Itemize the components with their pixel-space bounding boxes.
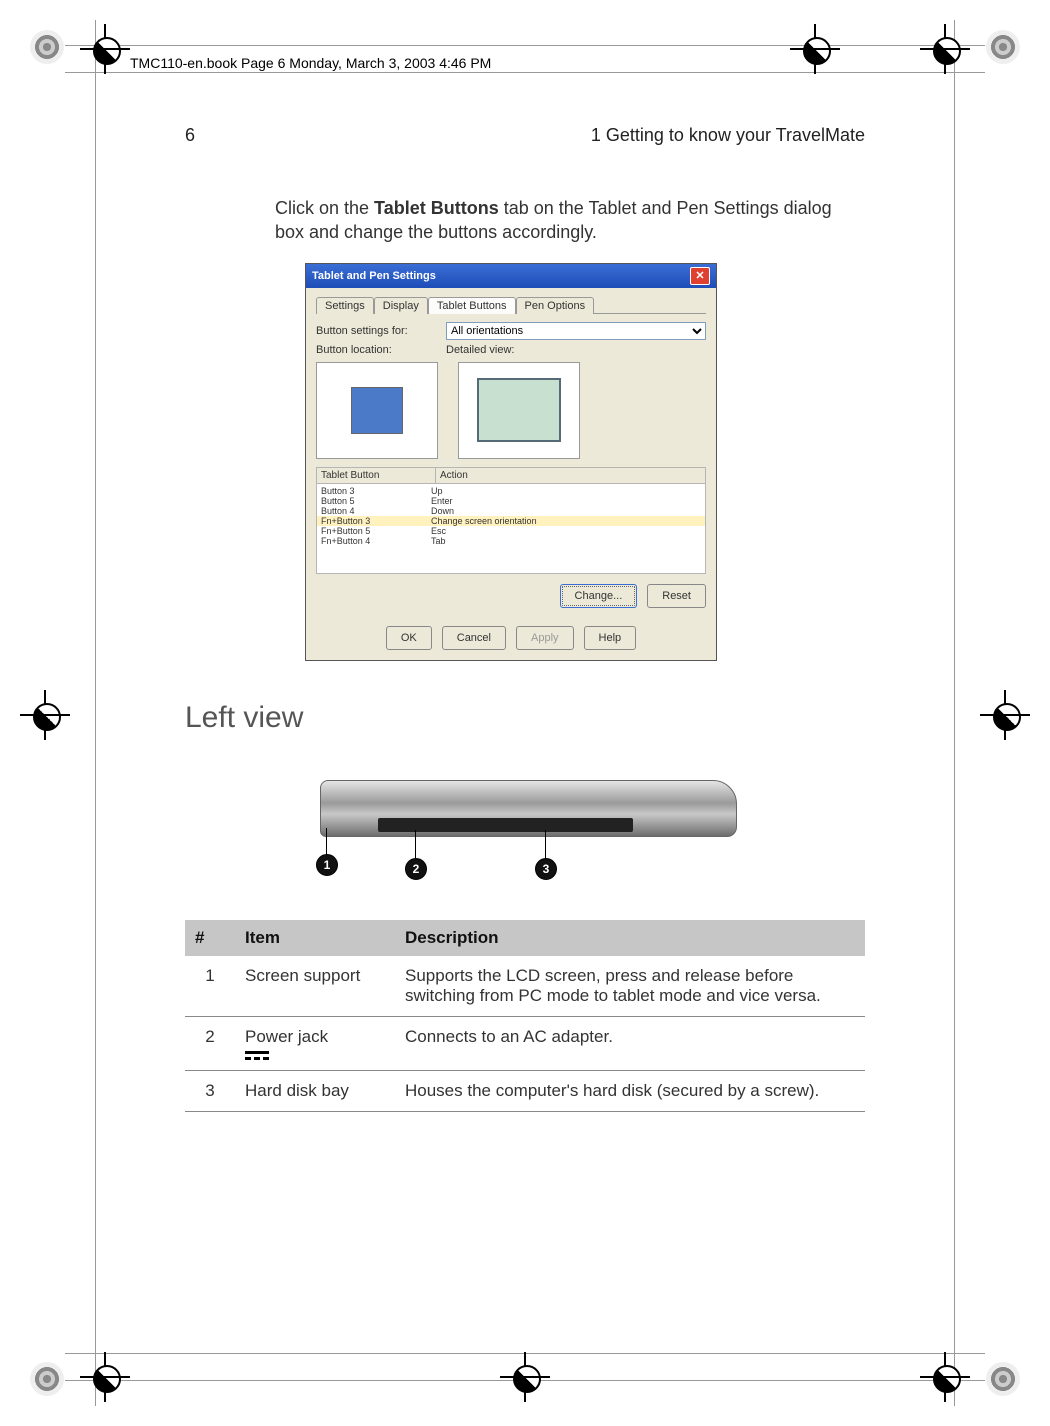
crop-target-icon	[986, 30, 1020, 64]
settings-for-label: Button settings for:	[316, 325, 446, 337]
th-desc: Description	[395, 920, 865, 956]
list-item: Button 5Enter	[317, 496, 705, 506]
left-view-illustration: 1 2 3	[310, 780, 740, 890]
registration-mark-icon	[920, 1352, 970, 1402]
tab-settings[interactable]: Settings	[316, 297, 374, 314]
th-num: #	[185, 920, 235, 956]
col-action: Action	[436, 468, 705, 483]
dialog-tabs: Settings Display Tablet Buttons Pen Opti…	[316, 296, 706, 314]
help-button[interactable]: Help	[584, 626, 637, 650]
close-icon[interactable]: ✕	[690, 267, 710, 285]
button-location-preview	[316, 362, 438, 459]
crop-target-icon	[30, 30, 64, 64]
intro-pre: Click on the	[275, 198, 374, 218]
registration-mark-icon	[80, 1352, 130, 1402]
button-list[interactable]: Button 3Up Button 5Enter Button 4Down Fn…	[316, 484, 706, 574]
tab-tablet-buttons[interactable]: Tablet Buttons	[428, 297, 516, 314]
page-number: 6	[185, 125, 195, 146]
list-item: Fn+Button 3Change screen orientation	[317, 516, 705, 526]
intro-bold: Tablet Buttons	[374, 198, 499, 218]
registration-mark-icon	[20, 690, 70, 740]
table-row: 3 Hard disk bay Houses the computer's ha…	[185, 1070, 865, 1111]
tab-display[interactable]: Display	[374, 297, 428, 314]
crop-target-icon	[986, 1362, 1020, 1396]
intro-paragraph: Click on the Tablet Buttons tab on the T…	[275, 196, 835, 245]
list-item: Button 4Down	[317, 506, 705, 516]
apply-button[interactable]: Apply	[516, 626, 574, 650]
change-button[interactable]: Change...	[560, 584, 638, 608]
cancel-button[interactable]: Cancel	[442, 626, 506, 650]
registration-mark-icon	[920, 24, 970, 74]
power-jack-icon	[245, 1051, 385, 1060]
list-item: Button 3Up	[317, 486, 705, 496]
detailed-view-preview	[458, 362, 580, 459]
callout-2: 2	[405, 858, 427, 880]
button-list-header: Tablet Button Action	[316, 467, 706, 484]
item-power-jack: Power jack	[245, 1027, 328, 1046]
book-header: TMC110-en.book Page 6 Monday, March 3, 2…	[130, 55, 491, 71]
registration-mark-icon	[790, 24, 840, 74]
button-location-label: Button location:	[316, 344, 446, 356]
ok-button[interactable]: OK	[386, 626, 432, 650]
frame-line	[95, 20, 96, 1406]
table-row: 2 Power jack Connects to an AC adapter.	[185, 1016, 865, 1070]
frame-line	[954, 20, 955, 1406]
callout-3: 3	[535, 858, 557, 880]
col-tablet-button: Tablet Button	[317, 468, 436, 483]
registration-mark-icon	[980, 690, 1030, 740]
chapter-title: 1 Getting to know your TravelMate	[591, 125, 865, 146]
detailed-view-label: Detailed view:	[446, 344, 514, 356]
list-item: Fn+Button 5Esc	[317, 526, 705, 536]
reset-button[interactable]: Reset	[647, 584, 706, 608]
left-view-table: # Item Description 1 Screen support Supp…	[185, 920, 865, 1112]
settings-for-select[interactable]: All orientations	[446, 322, 706, 340]
list-item: Fn+Button 4Tab	[317, 536, 705, 546]
th-item: Item	[235, 920, 395, 956]
section-heading-left-view: Left view	[185, 701, 865, 735]
dialog-title: Tablet and Pen Settings	[312, 270, 436, 282]
dialog-screenshot: Tablet and Pen Settings ✕ Settings Displ…	[305, 263, 717, 661]
callout-1: 1	[316, 854, 338, 876]
registration-mark-icon	[80, 24, 130, 74]
table-row: 1 Screen support Supports the LCD screen…	[185, 956, 865, 1017]
registration-mark-icon	[500, 1352, 550, 1402]
crop-target-icon	[30, 1362, 64, 1396]
tab-pen-options[interactable]: Pen Options	[516, 297, 595, 314]
